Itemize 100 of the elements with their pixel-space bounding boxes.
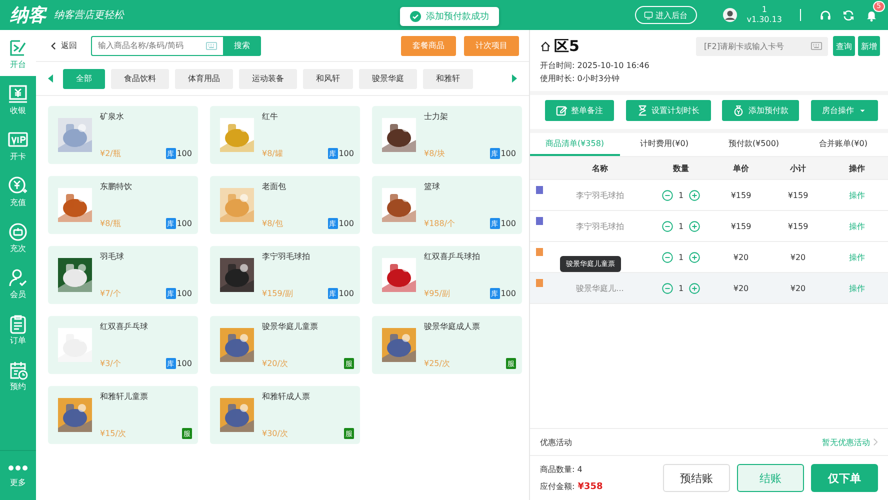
product-price: ¥15/次 xyxy=(100,428,126,439)
product-name: 红牛 xyxy=(262,111,279,122)
minus-circle-icon[interactable] xyxy=(662,282,674,294)
monitor-icon xyxy=(644,10,653,20)
action-button[interactable]: 设置计划时长 xyxy=(626,100,711,121)
category-tab[interactable]: 体育用品 xyxy=(175,68,233,88)
card-search-field[interactable]: [F2]请刷卡或输入卡号 xyxy=(696,36,828,56)
product-name: 李宁羽毛球拍 xyxy=(262,251,311,262)
stock-count: 100 xyxy=(338,289,354,298)
minus-circle-icon[interactable] xyxy=(662,220,674,232)
plus-circle-icon[interactable] xyxy=(688,252,700,262)
category-tab[interactable]: 和风轩 xyxy=(303,68,353,88)
sidebar-item[interactable]: 会员 xyxy=(0,260,36,306)
promo-label: 优惠活动 xyxy=(540,436,572,448)
item-name: 李宁羽毛球拍 xyxy=(576,190,624,200)
product-name: 和雅轩成人票 xyxy=(262,391,311,402)
clipboard-icon xyxy=(8,314,28,334)
category-tab[interactable]: 食品饮料 xyxy=(111,68,169,88)
plus-circle-icon[interactable] xyxy=(688,282,700,294)
stock-count: 100 xyxy=(338,219,354,228)
user-name: 1 xyxy=(762,5,767,15)
tab[interactable]: 计时费用(¥0) xyxy=(620,133,709,156)
promo-link[interactable]: 暂无优惠活动 xyxy=(822,436,878,448)
category-tab[interactable]: 全部 xyxy=(63,68,105,88)
back-link[interactable]: 返回 xyxy=(50,40,77,51)
column-header: 小计 xyxy=(789,162,807,174)
sidebar-item[interactable]: 充值 xyxy=(0,168,36,214)
operate-link[interactable]: 操作 xyxy=(849,252,865,262)
search-field[interactable]: 输入商品名称/条码/简码 xyxy=(91,36,223,56)
item-name: 李宁羽毛球拍 xyxy=(576,222,624,230)
column-header: 数量 xyxy=(672,162,690,174)
headset-icon[interactable] xyxy=(819,8,832,22)
operate-link[interactable]: 操作 xyxy=(849,284,865,292)
subtotal: ¥159 xyxy=(788,222,808,230)
category-tab[interactable]: 骏景华庭 xyxy=(359,68,417,88)
note-edit-icon xyxy=(556,105,567,116)
more-menu[interactable]: 更多 xyxy=(0,450,36,500)
action-button[interactable]: 整单备注 xyxy=(545,100,614,121)
arrow-right-icon[interactable] xyxy=(512,74,517,83)
quantity: 1 xyxy=(678,284,684,292)
plus-circle-icon[interactable] xyxy=(688,190,700,200)
column-header: 单价 xyxy=(732,162,750,174)
search-button[interactable]: 搜索 xyxy=(223,36,261,56)
toolbar-button[interactable]: 套餐商品 xyxy=(401,36,456,56)
quantity: 1 xyxy=(678,252,684,262)
toolbar-button[interactable]: 计次项目 xyxy=(464,36,519,56)
version-label: v1.30.13 xyxy=(746,15,782,25)
sidebar-item[interactable]: 充次 xyxy=(0,214,36,260)
quantity: 1 xyxy=(678,222,684,230)
sidebar-item[interactable]: 收银 xyxy=(0,76,36,122)
category-tab[interactable]: 运动装备 xyxy=(239,68,297,88)
quantity: 1 xyxy=(678,190,684,200)
chevron-right-icon xyxy=(873,438,878,446)
sidebar-item[interactable]: 预约 xyxy=(0,352,36,398)
arrow-left-icon[interactable] xyxy=(48,74,53,83)
stock-count: 100 xyxy=(176,149,192,158)
sidebar-item[interactable]: 开卡 xyxy=(0,122,36,168)
product-price: ¥20/次 xyxy=(262,358,288,369)
product-name: 东鹏特饮 xyxy=(100,181,133,192)
refresh-icon[interactable] xyxy=(842,8,855,22)
product-price: ¥8/块 xyxy=(424,148,445,159)
new-button[interactable]: 新增 xyxy=(858,36,880,56)
product-name: 红双喜乒乓球拍 xyxy=(424,251,481,262)
plus-circle-icon[interactable] xyxy=(688,220,700,232)
product-price: ¥3/个 xyxy=(100,358,121,369)
item-count: 商品数量: 4 xyxy=(540,464,584,475)
action-button[interactable]: 房台操作 xyxy=(810,100,878,121)
minus-circle-icon[interactable] xyxy=(662,190,674,200)
product-name: 矿泉水 xyxy=(100,111,125,122)
stock-count: 100 xyxy=(500,219,516,228)
product-name: 篮球 xyxy=(424,181,441,192)
unit-price: ¥159 xyxy=(730,190,752,200)
sidebar-item[interactable]: 开台 xyxy=(0,30,36,76)
category-tab[interactable]: 和雅轩 xyxy=(423,68,473,88)
minus-circle-icon[interactable] xyxy=(662,252,674,262)
tab[interactable]: 合并账单(¥0) xyxy=(798,133,888,156)
home-icon xyxy=(540,40,551,52)
tab[interactable]: 预付款(¥500) xyxy=(709,133,798,156)
checkout-button[interactable]: 预结账 xyxy=(663,464,730,492)
hourglass-icon xyxy=(636,105,648,116)
product-price: ¥30/次 xyxy=(262,428,288,439)
unit-price: ¥20 xyxy=(733,284,749,292)
product-name: 老面包 xyxy=(262,181,287,192)
more-dots-icon xyxy=(8,464,28,470)
product-price: ¥7/个 xyxy=(100,288,121,299)
sidebar-item[interactable]: 订单 xyxy=(0,306,36,352)
amount-due: ¥358 xyxy=(578,482,603,492)
bell-icon[interactable] xyxy=(865,8,878,22)
member-icon xyxy=(8,268,28,288)
vip-card-icon xyxy=(8,130,28,150)
checkout-button[interactable]: 结账 xyxy=(737,464,804,492)
action-button[interactable]: 添加预付款 xyxy=(722,100,800,121)
backend-button[interactable]: 进入后台 xyxy=(634,6,697,24)
product-price: ¥8/瓶 xyxy=(100,218,121,229)
checkout-button[interactable]: 仅下单 xyxy=(811,464,878,492)
room-title: 区5 xyxy=(554,36,580,56)
item-name: 骏景华庭儿... xyxy=(576,284,624,292)
operate-link[interactable]: 操作 xyxy=(849,222,865,230)
query-button[interactable]: 查询 xyxy=(833,36,855,56)
operate-link[interactable]: 操作 xyxy=(849,190,865,200)
